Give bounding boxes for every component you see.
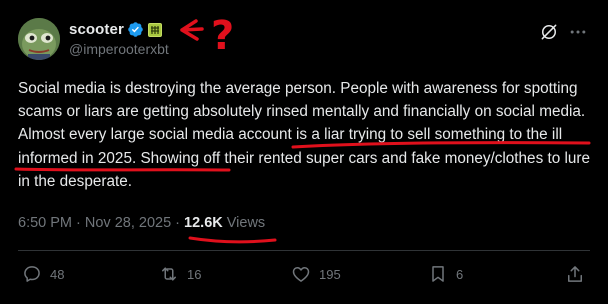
display-name[interactable]: scooter xyxy=(69,21,124,38)
views-count[interactable]: 12.6K xyxy=(184,215,223,231)
red-arrow-annotation xyxy=(180,19,204,41)
more-options-icon[interactable] xyxy=(568,22,588,42)
share-button[interactable] xyxy=(565,263,585,285)
timestamp[interactable]: 6:50 PM · Nov 28, 2025 · xyxy=(18,215,184,231)
reply-count: 48 xyxy=(50,266,65,282)
affiliate-badge-icon[interactable] xyxy=(148,23,162,37)
user-handle[interactable]: @imperooterxbt xyxy=(69,41,169,57)
verified-check-icon[interactable] xyxy=(127,21,144,38)
tweet-card: scooter @imperooterxbt Social media is d… xyxy=(0,0,608,304)
bookmark-count: 6 xyxy=(456,266,464,282)
repost-count: 16 xyxy=(187,266,202,282)
reply-button[interactable]: 48 xyxy=(22,263,64,285)
frog-avatar-icon xyxy=(18,18,60,60)
bookmark-icon xyxy=(432,266,444,282)
repost-button[interactable]: 16 xyxy=(159,263,201,285)
bookmark-button[interactable]: 6 xyxy=(428,263,463,285)
divider xyxy=(18,250,590,251)
grok-icon[interactable] xyxy=(539,22,559,42)
avatar[interactable] xyxy=(18,18,60,60)
like-button[interactable]: 195 xyxy=(291,263,341,285)
question-mark-annotation: ? xyxy=(211,13,234,59)
tweet-text: Social media is destroying the average p… xyxy=(18,80,590,190)
underline-views xyxy=(188,236,277,244)
views-label: Views xyxy=(222,215,266,231)
like-count: 195 xyxy=(319,266,341,282)
share-icon xyxy=(568,266,582,282)
reply-icon xyxy=(24,266,40,282)
repost-icon xyxy=(162,267,176,281)
heart-icon xyxy=(292,267,310,282)
tweet-meta: 6:50 PM · Nov 28, 2025 · 12.6K Views xyxy=(18,215,265,231)
